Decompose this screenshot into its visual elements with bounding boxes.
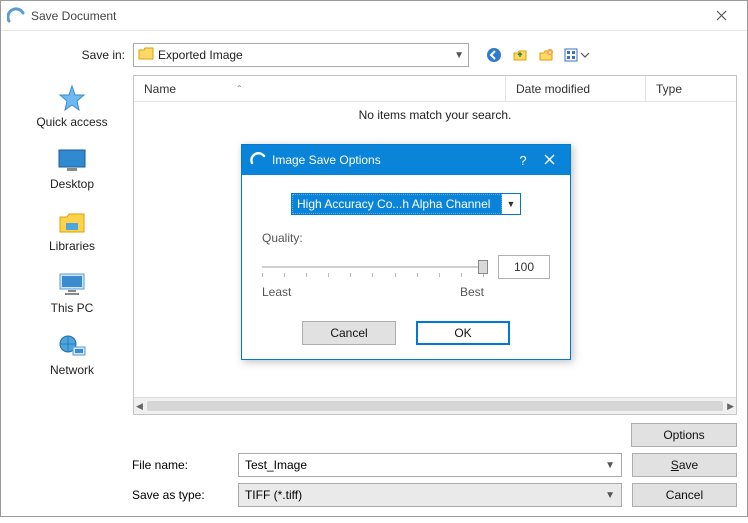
window-title: Save Document <box>31 9 701 23</box>
quality-slider[interactable] <box>262 257 484 277</box>
quality-slider-row: 100 <box>262 255 550 279</box>
sidebar-item-label: Libraries <box>49 239 95 253</box>
modal-ok-button[interactable]: OK <box>416 321 510 345</box>
libraries-icon <box>54 207 90 237</box>
filetype-value: TIFF (*.tiff) <box>245 488 605 502</box>
quality-value-input[interactable]: 100 <box>498 255 550 279</box>
horizontal-scrollbar[interactable]: ◀ ▶ <box>134 397 736 414</box>
slider-thumb[interactable] <box>478 260 488 274</box>
sidebar-item-desktop[interactable]: Desktop <box>11 141 133 195</box>
view-menu-button[interactable] <box>563 46 591 64</box>
svg-text:★: ★ <box>548 50 553 56</box>
slider-ticks <box>262 273 484 277</box>
chevron-down-icon: ▼ <box>605 490 615 501</box>
window-close-button[interactable] <box>701 2 741 30</box>
column-date[interactable]: Date modified <box>506 76 646 101</box>
column-name-label: Name <box>144 82 176 96</box>
empty-message: No items match your search. <box>359 108 512 122</box>
sidebar-item-quick-access[interactable]: Quick access <box>11 79 133 133</box>
compression-value: High Accuracy Co...h Alpha Channel <box>292 194 502 214</box>
sidebar-item-label: Network <box>50 363 94 377</box>
save-in-value: Exported Image <box>158 48 454 62</box>
sidebar-item-libraries[interactable]: Libraries <box>11 203 133 257</box>
new-folder-button[interactable]: ★ <box>537 46 555 64</box>
slider-min-label: Least <box>262 285 291 299</box>
filename-input[interactable]: Test_Image ▼ <box>238 453 622 477</box>
network-icon <box>54 331 90 361</box>
window-titlebar: Save Document <box>1 1 747 31</box>
up-one-level-button[interactable] <box>511 46 529 64</box>
modal-title: Image Save Options <box>272 153 510 167</box>
slider-range-labels: Least Best <box>262 285 550 299</box>
modal-close-button[interactable] <box>536 152 562 168</box>
filename-row: File name: Test_Image ▼ Save <box>11 453 737 477</box>
back-button[interactable] <box>485 46 503 64</box>
save-button[interactable]: Save <box>632 453 737 477</box>
bottom-section: Options File name: Test_Image ▼ Save Sav… <box>11 423 737 507</box>
scroll-left-icon[interactable]: ◀ <box>136 401 143 412</box>
modal-body: High Accuracy Co...h Alpha Channel ▼ Qua… <box>242 175 570 359</box>
image-save-options-dialog: Image Save Options ? High Accuracy Co...… <box>241 144 571 360</box>
modal-button-row: Cancel OK <box>262 321 550 345</box>
sort-indicator-icon: ⌃ <box>236 84 243 93</box>
options-row: Options <box>11 423 737 447</box>
cancel-button[interactable]: Cancel <box>632 483 737 507</box>
filetype-label: Save as type: <box>132 488 232 502</box>
chevron-down-icon: ▼ <box>605 460 615 471</box>
modal-cancel-button[interactable]: Cancel <box>302 321 396 345</box>
this-pc-icon <box>54 269 90 299</box>
chevron-down-icon: ▼ <box>502 199 520 209</box>
compression-combo[interactable]: High Accuracy Co...h Alpha Channel ▼ <box>291 193 521 215</box>
sidebar-item-network[interactable]: Network <box>11 327 133 381</box>
save-in-label: Save in: <box>11 48 133 62</box>
scroll-track[interactable] <box>147 401 723 411</box>
save-in-row: Save in: Exported Image ▼ ★ <box>11 43 737 67</box>
filename-label: File name: <box>132 458 232 472</box>
slider-max-label: Best <box>460 285 484 299</box>
desktop-icon <box>54 145 90 175</box>
sidebar-item-label: This PC <box>51 301 94 315</box>
save-in-field: Exported Image ▼ ★ <box>133 43 737 67</box>
sidebar-item-this-pc[interactable]: This PC <box>11 265 133 319</box>
chevron-down-icon: ▼ <box>454 50 464 61</box>
places-sidebar: Quick access Desktop Libraries This PC <box>11 75 133 415</box>
filetype-row: Save as type: TIFF (*.tiff) ▼ Cancel <box>11 483 737 507</box>
column-type[interactable]: Type <box>646 76 736 101</box>
location-toolbar: ★ <box>485 46 591 64</box>
slider-track <box>262 266 484 268</box>
quick-access-icon <box>54 83 90 113</box>
sidebar-item-label: Desktop <box>50 177 94 191</box>
filetype-combo[interactable]: TIFF (*.tiff) ▼ <box>238 483 622 507</box>
save-in-combo[interactable]: Exported Image ▼ <box>133 43 469 67</box>
folder-icon <box>138 47 154 64</box>
column-name[interactable]: Name ⌃ <box>134 76 506 101</box>
modal-titlebar: Image Save Options ? <box>242 145 570 175</box>
scroll-right-icon[interactable]: ▶ <box>727 401 734 412</box>
file-list-header: Name ⌃ Date modified Type <box>134 76 736 102</box>
app-icon <box>7 7 25 25</box>
sidebar-item-label: Quick access <box>36 115 107 129</box>
quality-label: Quality: <box>262 231 550 245</box>
modal-help-button[interactable]: ? <box>510 153 536 168</box>
app-icon <box>250 151 266 170</box>
filename-value: Test_Image <box>245 458 605 472</box>
options-button[interactable]: Options <box>631 423 737 447</box>
